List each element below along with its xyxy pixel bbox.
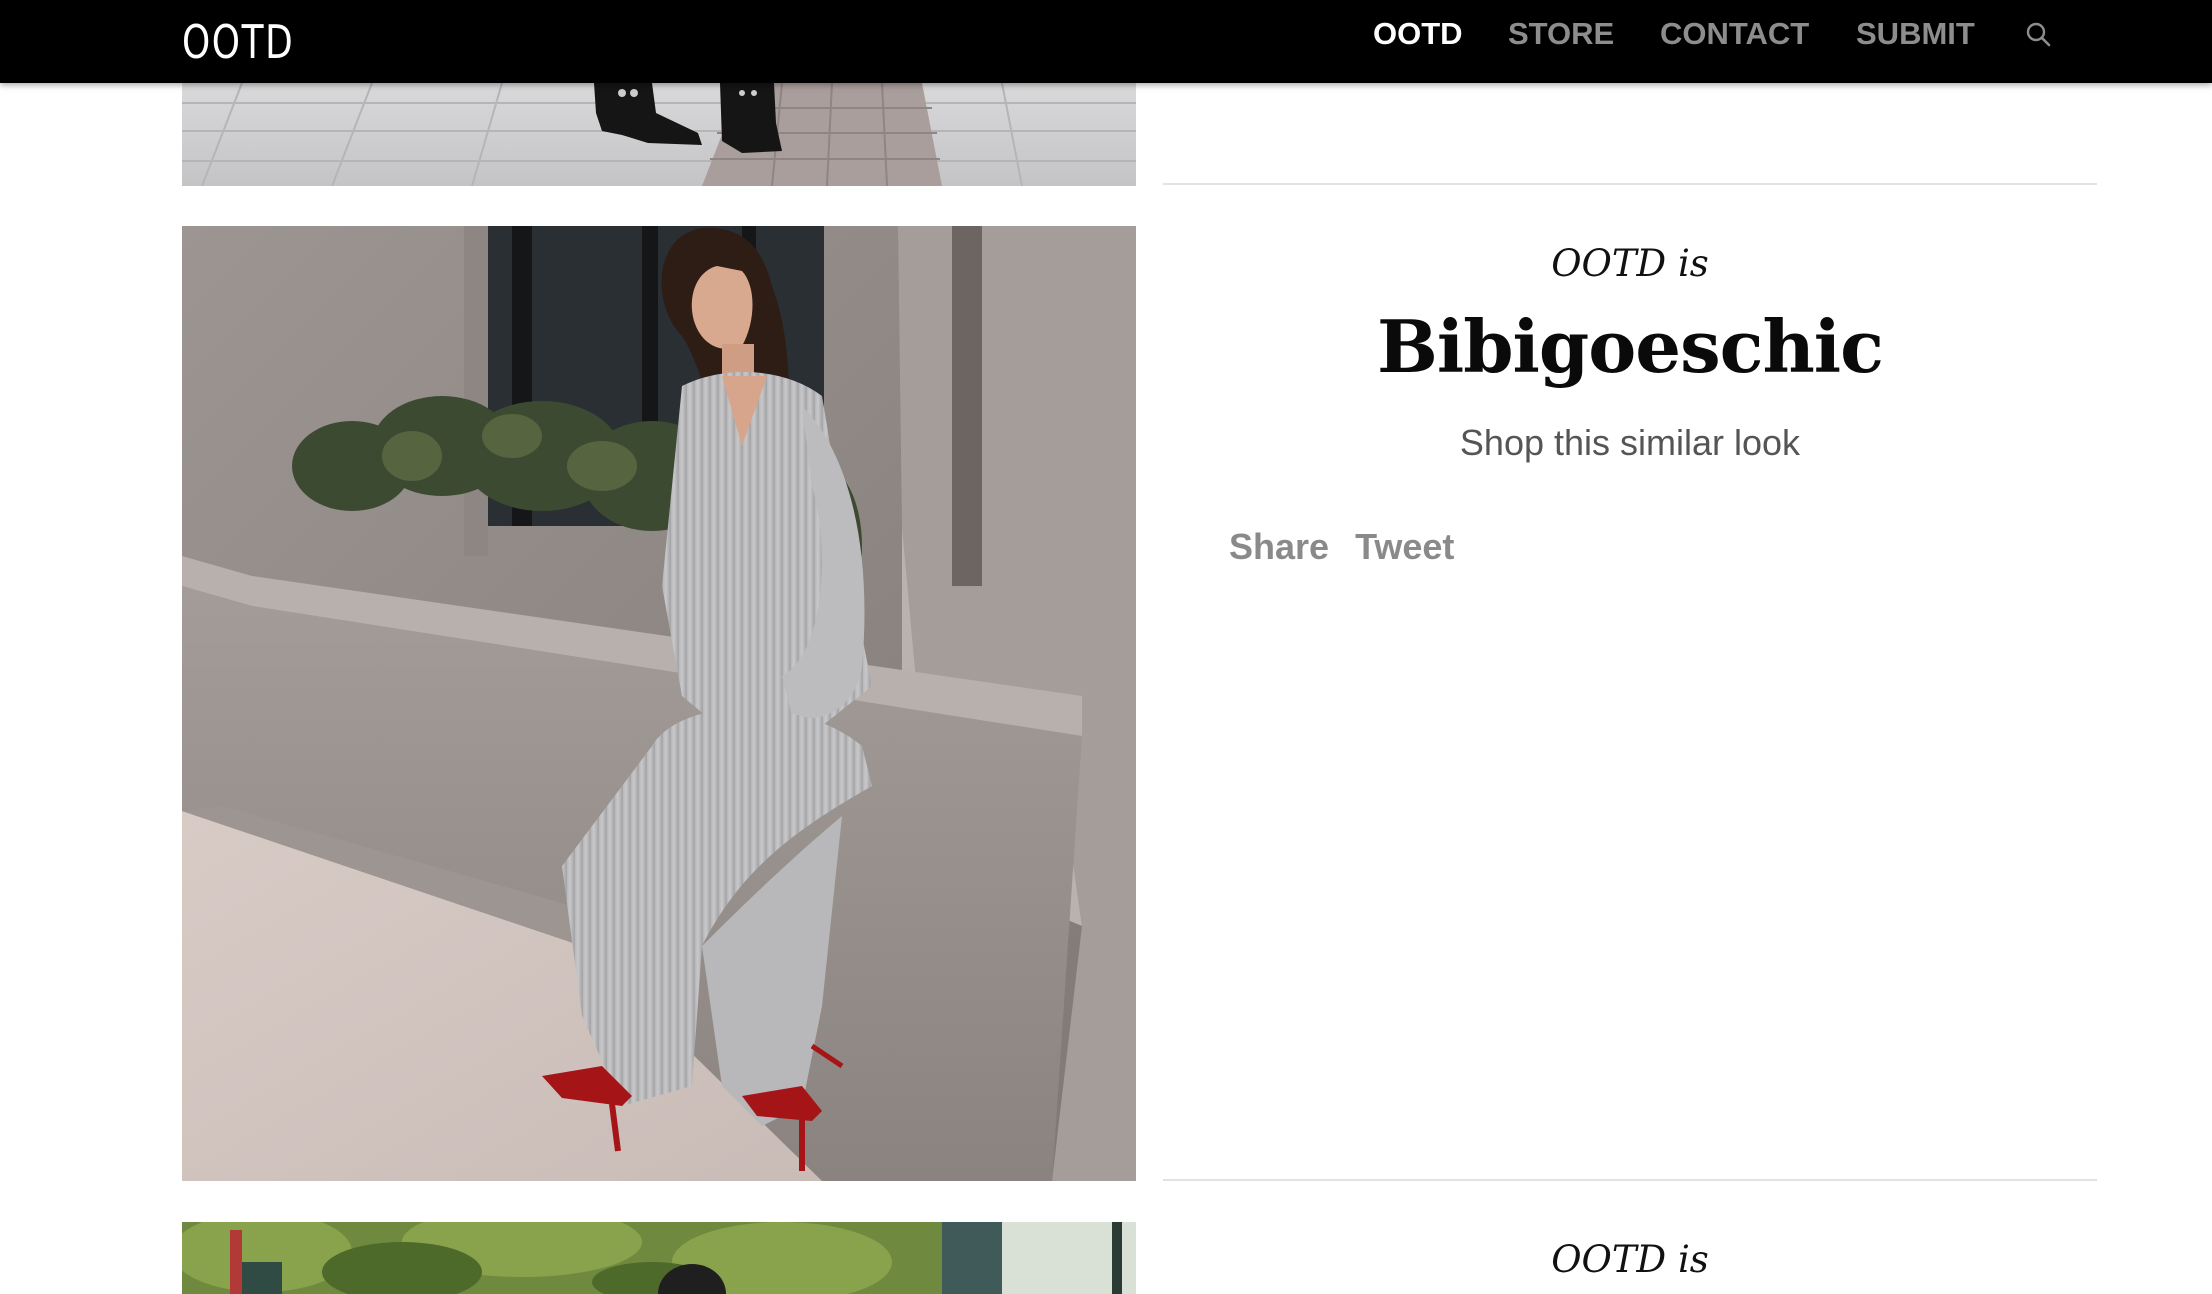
outfit-photo-next[interactable] bbox=[182, 1222, 1136, 1294]
nav-submit[interactable]: SUBMIT bbox=[1856, 12, 1975, 56]
nav-contact[interactable]: CONTACT bbox=[1660, 12, 1809, 56]
search-icon[interactable] bbox=[2024, 20, 2052, 48]
nav-ootd[interactable]: OOTD bbox=[1373, 12, 1463, 56]
outfit-photo-bibigoeschic[interactable] bbox=[182, 226, 1136, 1181]
social-share: Share Tweet bbox=[1229, 526, 1454, 568]
shop-look-link[interactable]: Shop this similar look bbox=[1163, 422, 2097, 464]
share-button[interactable]: Share bbox=[1229, 526, 1329, 568]
nav-store[interactable]: STORE bbox=[1508, 12, 1614, 56]
divider bbox=[1163, 183, 2097, 185]
post-title[interactable]: Bibigoeschic bbox=[1163, 304, 2097, 389]
site-logo[interactable]: OOTD bbox=[182, 6, 294, 78]
outfit-photo-previous[interactable] bbox=[182, 83, 1136, 186]
post-info: OOTD is Bibigoeschic Shop this similar l… bbox=[1163, 186, 2097, 1181]
post-info-next: OOTD is bbox=[1163, 1182, 2097, 1294]
tweet-button[interactable]: Tweet bbox=[1355, 526, 1454, 568]
divider bbox=[1163, 1179, 2097, 1181]
post-kicker: OOTD is bbox=[1551, 242, 1709, 285]
post-kicker: OOTD is bbox=[1551, 1238, 1709, 1281]
top-navigation-bar: OOTD OOTD STORE CONTACT SUBMIT bbox=[0, 0, 2212, 83]
